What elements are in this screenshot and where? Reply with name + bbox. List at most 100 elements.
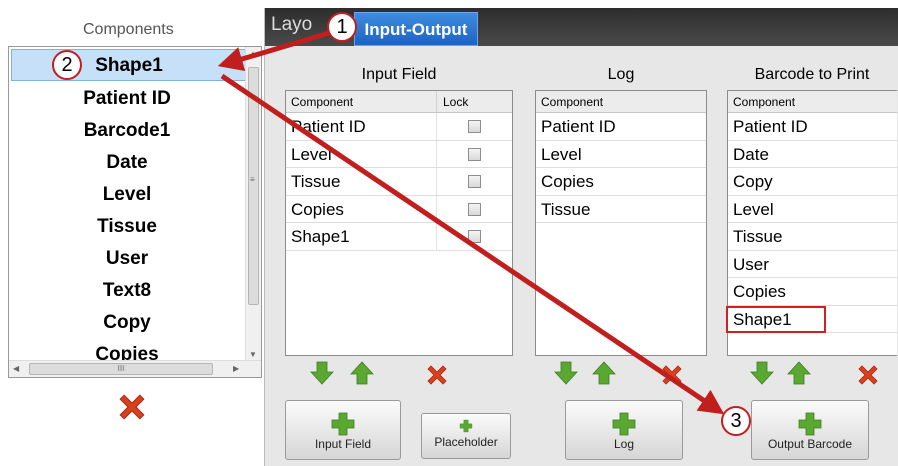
barcode-grid[interactable]: Component Patient ID Date Copy Level Tis…	[726, 90, 897, 356]
lock-checkbox[interactable]	[468, 202, 481, 216]
component-cell: Tissue	[291, 172, 341, 191]
tab-layout[interactable]: Layo	[271, 14, 312, 36]
callout-number: 3	[721, 406, 751, 436]
component-item[interactable]: User	[9, 243, 245, 275]
component-cell: Patient ID	[291, 117, 366, 136]
delete-input-icon[interactable]	[424, 362, 450, 388]
lock-checkbox[interactable]	[468, 147, 481, 161]
table-row[interactable]: Shape1	[286, 223, 512, 251]
button-label: Output Barcode	[767, 437, 853, 451]
table-row[interactable]: Copies	[536, 168, 706, 196]
placeholder-button[interactable]: Placeholder	[421, 413, 511, 459]
component-cell: Patient ID	[733, 117, 808, 136]
component-cell: Tissue	[541, 199, 591, 219]
input-field-grid[interactable]: Component Lock Patient ID Level Tissue C…	[285, 90, 513, 356]
lock-cell	[436, 140, 512, 167]
column-header-lock[interactable]: Lock	[436, 91, 468, 112]
scroll-left-arrow-icon[interactable]: ◀	[13, 364, 19, 373]
vertical-scrollbar[interactable]: ▲ ≡ ▼	[245, 47, 261, 361]
log-title: Log	[607, 66, 635, 83]
delete-component-icon[interactable]	[115, 390, 149, 424]
move-down-arrow-icon[interactable]	[749, 360, 775, 386]
main-panel: Layo Input-Output Input Field Component …	[264, 8, 898, 466]
table-row[interactable]: Patient ID	[728, 113, 897, 141]
horizontal-scrollbar[interactable]: ◀ III ▶	[9, 360, 261, 377]
screenshot-stage: Components Shape1 Patient ID Barcode1 Da…	[0, 0, 898, 466]
table-row[interactable]: Level	[286, 140, 512, 168]
component-item[interactable]: Barcode1	[9, 115, 245, 147]
add-log-button[interactable]: Log	[565, 400, 683, 460]
lock-checkbox[interactable]	[468, 230, 481, 243]
component-cell: Level	[541, 144, 582, 164]
delete-log-icon[interactable]	[659, 362, 685, 388]
scroll-up-arrow-icon[interactable]: ▲	[249, 49, 257, 58]
component-item[interactable]: Shape1	[11, 49, 247, 81]
table-row[interactable]: Copy	[728, 168, 897, 196]
table-row[interactable]: User	[728, 251, 897, 278]
component-item[interactable]: Date	[9, 147, 245, 179]
component-item[interactable]: Text8	[9, 275, 245, 307]
grid-header: Component Lock	[286, 91, 512, 113]
component-cell: Copies	[541, 172, 594, 191]
log-grid[interactable]: Component Patient ID Level Copies Tissue	[535, 90, 707, 356]
move-down-arrow-icon[interactable]	[553, 360, 579, 386]
table-row[interactable]: Tissue	[728, 223, 897, 251]
component-cell: Shape1	[291, 227, 350, 246]
grid-header: Component	[728, 91, 897, 113]
component-cell: Copies	[733, 282, 786, 301]
add-output-barcode-button[interactable]: Output Barcode	[751, 400, 869, 460]
component-cell: User	[733, 254, 769, 274]
component-item[interactable]: Patient ID	[9, 83, 245, 115]
component-cell: Date	[733, 144, 769, 164]
column-header-component[interactable]: Component	[286, 91, 353, 112]
tab-bar: Layo Input-Output	[265, 8, 898, 46]
component-cell: Patient ID	[541, 117, 616, 136]
scroll-thumb[interactable]	[248, 67, 259, 305]
components-list[interactable]: Shape1 Patient ID Barcode1 Date Level Ti…	[8, 46, 262, 378]
delete-barcode-icon[interactable]	[855, 362, 881, 388]
input-field-title: Input Field	[361, 66, 437, 83]
scroll-right-arrow-icon[interactable]: ▶	[233, 364, 239, 373]
add-input-field-button[interactable]: Input Field	[285, 400, 401, 460]
column-header-component[interactable]: Component	[728, 91, 795, 112]
scroll-down-arrow-icon[interactable]: ▼	[249, 350, 257, 359]
move-down-arrow-icon[interactable]	[309, 360, 335, 386]
scroll-thumb-horizontal[interactable]: III	[29, 363, 213, 375]
scroll-grip-icon: ≡	[250, 175, 255, 184]
component-item[interactable]: Level	[9, 179, 245, 211]
table-row[interactable]: Patient ID	[536, 113, 706, 141]
plus-icon	[798, 412, 822, 436]
move-up-arrow-icon[interactable]	[349, 360, 375, 386]
table-row[interactable]: Level	[728, 196, 897, 223]
highlight-box	[726, 306, 826, 333]
lock-cell	[436, 113, 512, 140]
move-up-arrow-icon[interactable]	[591, 360, 617, 386]
component-cell: Level	[733, 199, 774, 219]
component-cell: Copy	[733, 172, 773, 191]
table-row[interactable]: Tissue	[286, 168, 512, 196]
tab-input-output[interactable]: Input-Output	[354, 12, 478, 46]
barcode-title: Barcode to Print	[754, 66, 870, 83]
lock-checkbox[interactable]	[468, 175, 481, 188]
lock-cell	[436, 168, 512, 195]
plus-icon	[331, 412, 355, 436]
grid-header: Component	[536, 91, 706, 113]
table-row[interactable]: Tissue	[536, 196, 706, 223]
table-row[interactable]: Level	[536, 141, 706, 168]
components-title: Components	[83, 21, 174, 38]
lock-cell	[436, 195, 512, 222]
table-row[interactable]: Patient ID	[286, 113, 512, 141]
button-label: Placeholder	[434, 435, 498, 449]
component-cell: Tissue	[733, 227, 783, 246]
button-label: Input Field	[314, 437, 372, 451]
move-up-arrow-icon[interactable]	[786, 360, 812, 386]
table-row[interactable]: Date	[728, 141, 897, 168]
table-row[interactable]: Copies	[286, 195, 512, 223]
lock-checkbox[interactable]	[468, 120, 481, 133]
lock-cell	[436, 223, 512, 250]
component-item[interactable]: Copy	[9, 307, 245, 339]
component-item[interactable]: Tissue	[9, 211, 245, 243]
column-header-component[interactable]: Component	[536, 91, 603, 112]
button-label: Log	[613, 437, 635, 451]
table-row[interactable]: Copies	[728, 278, 897, 306]
